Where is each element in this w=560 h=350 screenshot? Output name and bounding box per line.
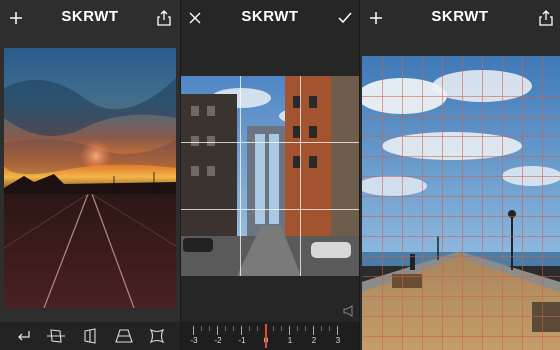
horizontal-perspective-icon[interactable]	[113, 325, 135, 347]
ruler-tick	[193, 326, 194, 335]
grid-line	[462, 56, 463, 350]
grid-line	[422, 56, 423, 350]
photo-manhattan-bridge	[181, 76, 359, 276]
grid-line	[362, 156, 560, 157]
screen-bridge-editing: SKRWT -3 -2 -1 1 2 3	[181, 0, 359, 350]
ruler-label: -1	[238, 336, 246, 345]
volume-icon[interactable]	[343, 304, 353, 317]
adjustment-ruler[interactable]: -3 -2 -1 0 1 2 3	[181, 322, 359, 350]
ruler-tick	[289, 326, 290, 335]
grid-line	[362, 96, 560, 97]
ruler-tick	[321, 326, 322, 331]
grid-line	[542, 56, 543, 350]
crop-grid-line	[300, 76, 301, 276]
checkmark-icon[interactable]	[333, 6, 357, 30]
crop-grid-line	[240, 76, 241, 276]
ruler-tick	[273, 326, 274, 331]
top-bar: SKRWT	[0, 0, 180, 36]
top-bar: SKRWT	[360, 0, 560, 36]
rotate-back-icon[interactable]	[12, 325, 34, 347]
share-icon[interactable]	[534, 6, 558, 30]
ruler-tick	[305, 326, 306, 331]
ruler-tick	[337, 326, 338, 335]
grid-line	[362, 276, 560, 277]
edit-toolbar	[0, 322, 180, 350]
grid-line	[362, 136, 560, 137]
ruler-tick	[281, 326, 282, 331]
vertical-perspective-icon[interactable]	[79, 325, 101, 347]
grid-line	[362, 236, 560, 237]
horizon-icon[interactable]	[45, 325, 67, 347]
grid-line	[442, 56, 443, 350]
crop-grid-line	[181, 209, 359, 210]
grid-line	[402, 56, 403, 350]
crop-grid-line	[181, 142, 359, 143]
grid-line	[362, 116, 560, 117]
screen-pier-grid: SKRWT	[360, 0, 560, 350]
ruler-label: 2	[311, 336, 317, 345]
ruler-label: 1	[287, 336, 293, 345]
grid-line	[382, 56, 383, 350]
ruler-selected-marker[interactable]	[265, 324, 267, 348]
ruler-tick	[201, 326, 202, 331]
ruler-label: -3	[190, 336, 198, 345]
grid-line	[362, 256, 560, 257]
ruler-tick	[313, 326, 314, 335]
lens-distortion-icon[interactable]	[146, 325, 168, 347]
share-icon[interactable]	[152, 6, 176, 30]
grid-line	[482, 56, 483, 350]
grid-line	[362, 316, 560, 317]
ruler-tick	[225, 326, 226, 331]
ruler-tick	[329, 326, 330, 331]
ruler-tick	[249, 326, 250, 331]
ruler-tick	[217, 326, 218, 335]
ruler-tick	[257, 326, 258, 331]
grid-line	[362, 196, 560, 197]
ruler-label: 3	[335, 336, 341, 345]
app-title: SKRWT	[431, 8, 489, 25]
grid-line	[362, 336, 560, 337]
grid-line	[362, 216, 560, 217]
grid-line	[522, 56, 523, 350]
top-bar: SKRWT	[181, 0, 359, 36]
grid-line	[502, 56, 503, 350]
screen-sunset: SKRWT	[0, 0, 180, 350]
grid-line	[362, 176, 560, 177]
ruler-label: -2	[214, 336, 222, 345]
ruler-tick	[209, 326, 210, 331]
grid-line	[362, 296, 560, 297]
photo-sunset-railroad	[4, 48, 176, 308]
photo-pier-boardwalk	[362, 56, 560, 350]
ruler-tick	[297, 326, 298, 331]
ruler-tick	[241, 326, 242, 335]
ruler-tick	[233, 326, 234, 331]
